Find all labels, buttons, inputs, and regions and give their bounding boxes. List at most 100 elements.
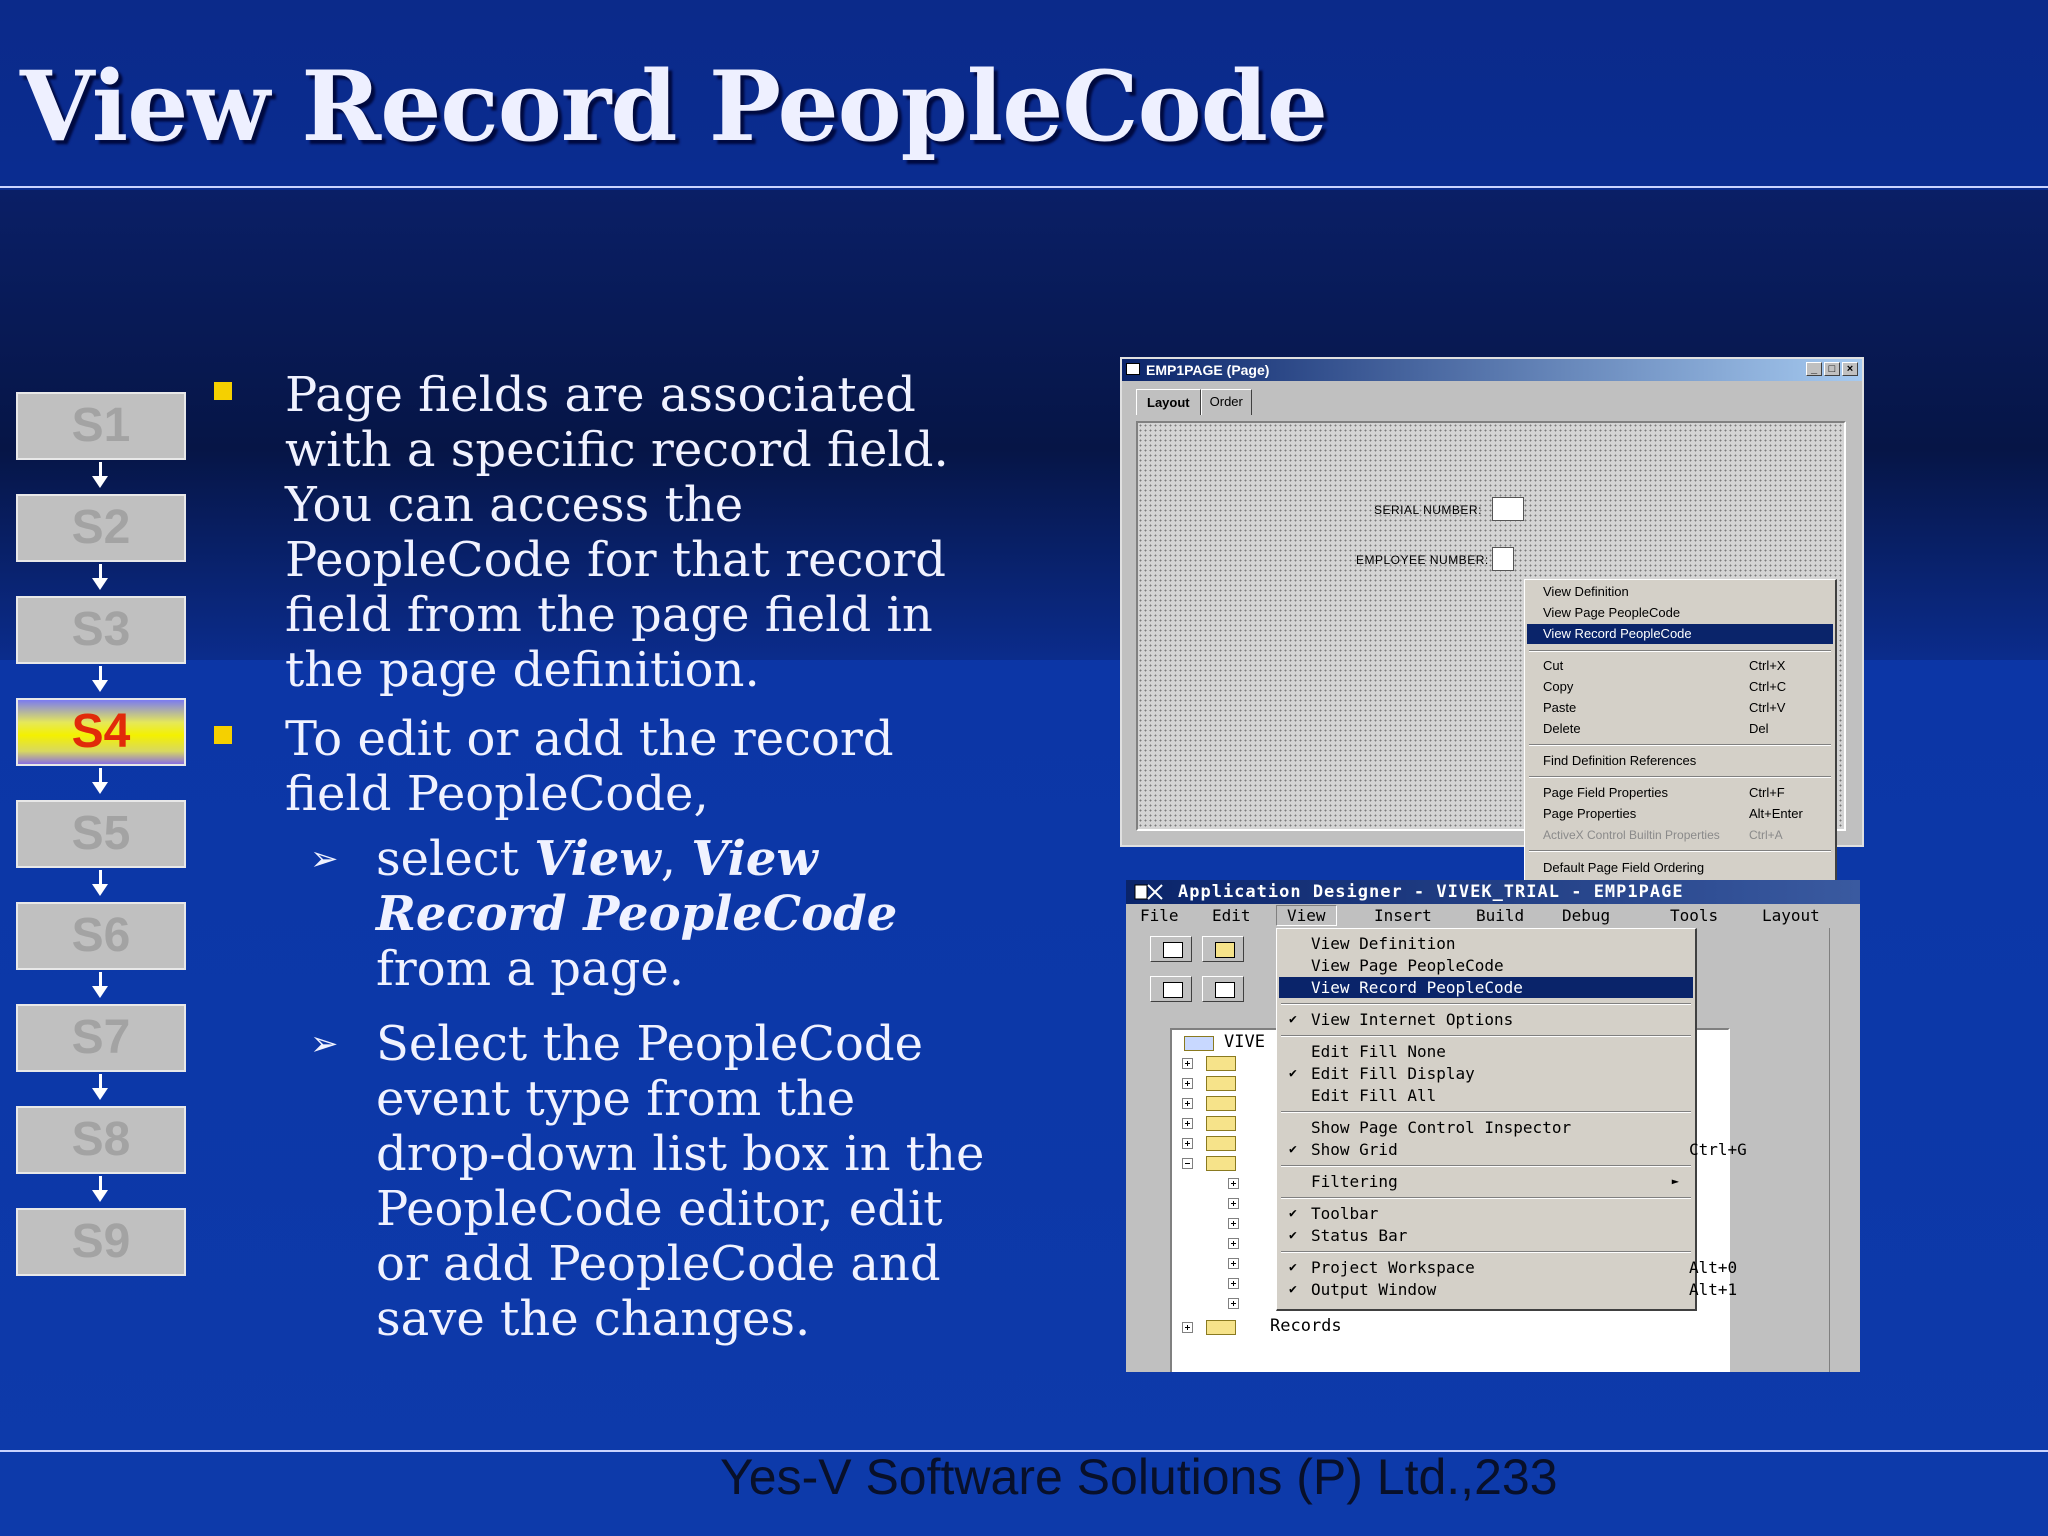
- page-window-title: EMP1PAGE (Page): [1146, 362, 1270, 378]
- toolbar-button[interactable]: [1202, 976, 1244, 1002]
- expand-icon: [1182, 1322, 1193, 1333]
- step-arrow: [92, 1176, 108, 1202]
- serial-number-field[interactable]: [1492, 497, 1524, 521]
- menu-item-page-properties[interactable]: Page Properties Alt+Enter: [1527, 804, 1833, 824]
- menu-item-edit-fill-none[interactable]: Edit Fill None: [1279, 1041, 1693, 1062]
- folder-open-icon: [1206, 1156, 1236, 1171]
- page-layout-canvas[interactable]: SERIAL NUMBER: EMPLOYEE NUMBER: View Def…: [1136, 421, 1846, 894]
- sub-text: ,: [660, 831, 692, 887]
- menu-item-cut[interactable]: Cut Ctrl+X: [1527, 656, 1833, 676]
- minimize-icon[interactable]: _: [1806, 362, 1822, 376]
- new-document-icon: [1163, 942, 1183, 958]
- title-divider: [0, 186, 2048, 188]
- menu-item-view-definition[interactable]: View Definition: [1527, 582, 1833, 602]
- step-arrow: [92, 666, 108, 692]
- menu-item-edit-fill-display[interactable]: ✔ Edit Fill Display: [1279, 1063, 1693, 1084]
- menu-item-view-record-peoplecode[interactable]: View Record PeopleCode: [1279, 977, 1693, 998]
- expand-icon: [1228, 1238, 1239, 1249]
- tab-order[interactable]: Order: [1200, 389, 1252, 415]
- expand-icon: [1182, 1058, 1193, 1069]
- tab-layout[interactable]: Layout: [1136, 389, 1201, 415]
- step-s9[interactable]: S9: [16, 1208, 186, 1276]
- menu-item-view-definition[interactable]: View Definition: [1279, 933, 1693, 954]
- employee-number-field[interactable]: [1492, 547, 1514, 571]
- menu-item-view-internet-options[interactable]: ✔ View Internet Options: [1279, 1009, 1693, 1030]
- submenu-arrow-icon: ►: [1671, 1174, 1679, 1188]
- maximize-icon[interactable]: □: [1824, 362, 1840, 376]
- expand-icon: [1228, 1218, 1239, 1229]
- folder-icon: [1206, 1076, 1236, 1091]
- menu-item-toolbar[interactable]: ✔ Toolbar: [1279, 1203, 1693, 1224]
- menu-layout[interactable]: Layout: [1762, 906, 1820, 925]
- expand-icon: [1228, 1258, 1239, 1269]
- new-button[interactable]: [1150, 936, 1192, 962]
- menu-item-view-page-peoplecode[interactable]: View Page PeopleCode: [1279, 955, 1693, 976]
- toolbar-button[interactable]: [1150, 976, 1192, 1002]
- app-menubar: File Edit View Insert Build Debug Tools …: [1126, 904, 1860, 928]
- menu-separator: [1281, 1035, 1691, 1037]
- bullet-square-icon: [214, 726, 232, 744]
- menu-debug[interactable]: Debug: [1562, 906, 1610, 925]
- menu-separator: [1529, 776, 1831, 778]
- page-window-titlebar: EMP1PAGE (Page) _ □ ×: [1122, 359, 1862, 381]
- menu-separator: [1529, 850, 1831, 852]
- menu-separator: [1281, 1111, 1691, 1113]
- menu-file[interactable]: File: [1140, 906, 1179, 925]
- bullet-square-icon: [214, 382, 232, 400]
- open-folder-icon: [1215, 942, 1235, 958]
- step-s3[interactable]: S3: [16, 596, 186, 664]
- menu-build[interactable]: Build: [1476, 906, 1524, 925]
- menu-item-default-page-field-ordering[interactable]: Default Page Field Ordering: [1527, 858, 1833, 878]
- folder-icon: [1206, 1096, 1236, 1111]
- folder-icon: [1206, 1136, 1236, 1151]
- step-s6[interactable]: S6: [16, 902, 186, 970]
- folder-icon: [1206, 1116, 1236, 1131]
- step-s4-active[interactable]: S4: [16, 698, 186, 766]
- bullet-text: To edit or add the record field PeopleCo…: [285, 711, 894, 822]
- expand-icon: [1228, 1198, 1239, 1209]
- menu-item-copy[interactable]: Copy Ctrl+C: [1527, 677, 1833, 697]
- menu-insert[interactable]: Insert: [1374, 906, 1432, 925]
- menu-item-find-definition-references[interactable]: Find Definition References: [1527, 751, 1833, 771]
- menu-item-show-grid[interactable]: ✔ Show Grid Ctrl+G: [1279, 1139, 1747, 1160]
- footer-text: Yes-V Software Solutions (P) Ltd.,233: [720, 1449, 1558, 1505]
- menu-edit[interactable]: Edit: [1212, 906, 1251, 925]
- field-icon: [1163, 982, 1183, 998]
- collapse-icon: [1182, 1158, 1193, 1169]
- menu-separator: [1281, 1197, 1691, 1199]
- step-s1[interactable]: S1: [16, 392, 186, 460]
- menu-item-project-workspace[interactable]: ✔ Project Workspace Alt+0: [1279, 1257, 1737, 1278]
- menu-item-delete[interactable]: Delete Del: [1527, 719, 1833, 739]
- menu-separator: [1281, 1251, 1691, 1253]
- menu-item-paste[interactable]: Paste Ctrl+V: [1527, 698, 1833, 718]
- menu-item-activex-properties: ActiveX Control Builtin Properties Ctrl+A: [1543, 828, 1783, 842]
- expand-icon: [1228, 1178, 1239, 1189]
- menu-view-open[interactable]: View: [1276, 905, 1337, 926]
- menu-item-view-page-peoplecode[interactable]: View Page PeopleCode: [1527, 603, 1833, 623]
- app-designer-title: Application Designer - VIVEK_TRIAL - EMP…: [1178, 882, 1684, 902]
- menu-item-page-field-properties[interactable]: Page Field Properties Ctrl+F: [1527, 783, 1833, 803]
- close-icon[interactable]: ×: [1842, 362, 1858, 376]
- bullet-item: Page fields are associated with a specif…: [208, 368, 965, 698]
- step-s7[interactable]: S7: [16, 1004, 186, 1072]
- menu-item-filtering[interactable]: Filtering ►: [1279, 1171, 1693, 1192]
- app-designer-titlebar: Application Designer - VIVEK_TRIAL - EMP…: [1126, 880, 1860, 904]
- xyz-icon: [1215, 982, 1235, 998]
- step-s8[interactable]: S8: [16, 1106, 186, 1174]
- arrow-bullet-icon: ➢: [310, 1024, 339, 1064]
- vertical-scrollbar[interactable]: [1829, 928, 1852, 1372]
- menu-separator: [1281, 1165, 1691, 1167]
- open-button[interactable]: [1202, 936, 1244, 962]
- step-s2[interactable]: S2: [16, 494, 186, 562]
- menu-item-show-page-control-inspector[interactable]: Show Page Control Inspector: [1279, 1117, 1693, 1138]
- menu-item-view-record-peoplecode[interactable]: View Record PeopleCode: [1527, 624, 1833, 644]
- menu-ref-view: View: [534, 831, 661, 887]
- menu-item-edit-fill-all[interactable]: Edit Fill All: [1279, 1085, 1693, 1106]
- folder-icon: [1206, 1056, 1236, 1071]
- expand-icon: [1182, 1078, 1193, 1089]
- step-s5[interactable]: S5: [16, 800, 186, 868]
- menu-tools[interactable]: Tools: [1670, 906, 1718, 925]
- menu-separator: [1529, 744, 1831, 746]
- menu-item-output-window[interactable]: ✔ Output Window Alt+1: [1279, 1279, 1737, 1300]
- menu-item-status-bar[interactable]: ✔ Status Bar: [1279, 1225, 1693, 1246]
